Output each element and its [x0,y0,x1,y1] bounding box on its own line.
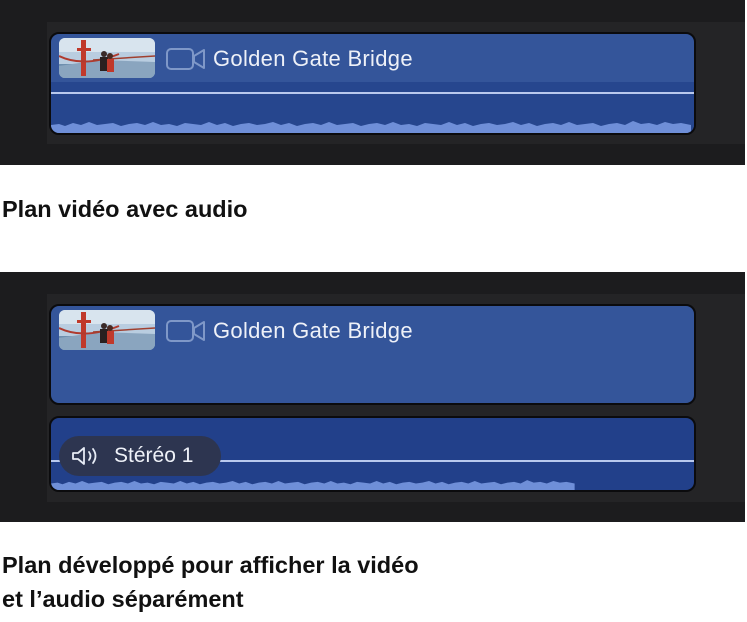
caption-line-2: et l’audio séparément [2,586,244,612]
audio-clip[interactable]: Stéréo 1 [49,416,696,492]
timeline-panel-combined: Golden Gate Bridge [0,0,745,165]
audio-channel-badge: Stéréo 1 [59,436,221,476]
clip-thumbnail [59,38,155,78]
clip-title: Golden Gate Bridge [213,318,413,343]
audio-waveform [51,121,691,133]
clip-thumbnail [59,310,155,350]
timeline-panel-expanded: Golden Gate Bridge Stéréo 1 [0,272,745,522]
speaker-icon [72,447,97,465]
video-camera-icon [166,320,205,342]
audio-volume-line[interactable] [51,92,694,94]
audio-channel-label: Stéréo 1 [114,444,194,467]
caption-expanded-clip: Plan développé pour afficher la vidéo et… [2,548,419,616]
caption-combined-clip: Plan vidéo avec audio [2,196,248,222]
video-camera-icon [166,48,205,70]
clip-audio-section [51,82,694,133]
clip-title: Golden Gate Bridge [213,46,413,71]
caption-line-1: Plan développé pour afficher la vidéo [2,552,419,578]
video-clip-with-audio[interactable]: Golden Gate Bridge [49,32,696,135]
video-clip[interactable]: Golden Gate Bridge [49,304,696,405]
